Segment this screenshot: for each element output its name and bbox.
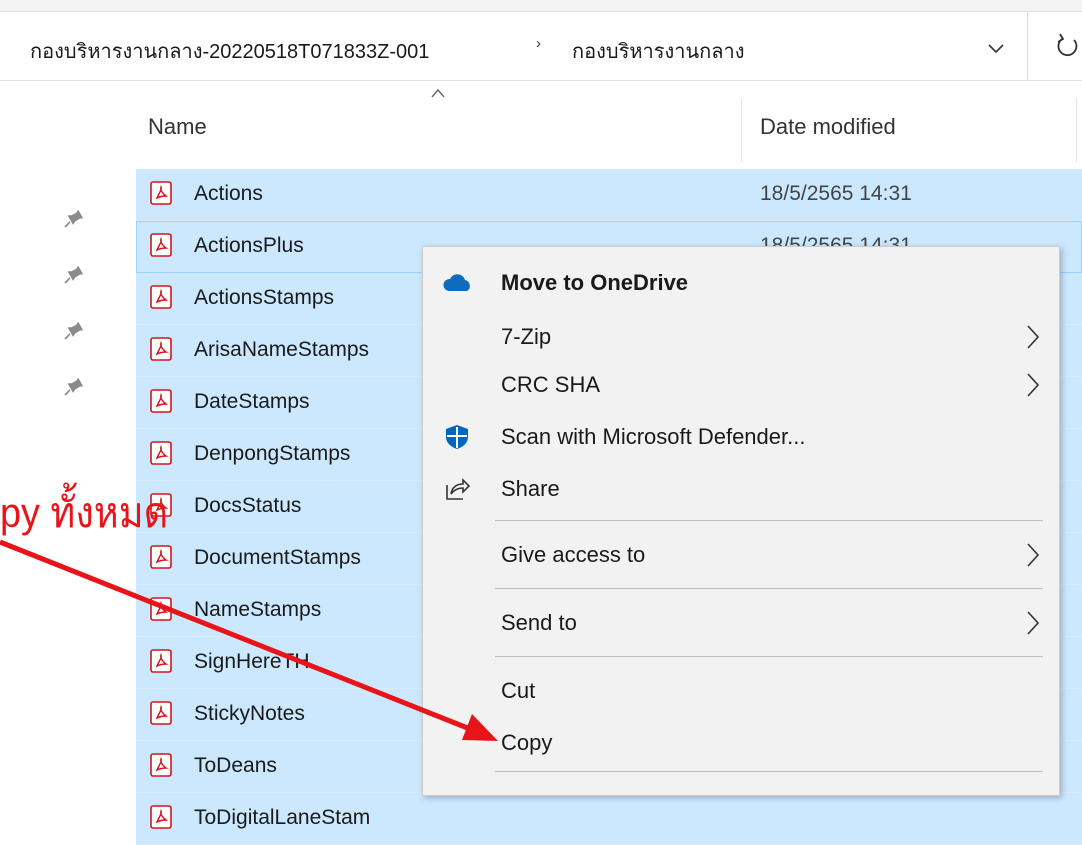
menu-item-label: Share — [501, 476, 560, 501]
pin-icon[interactable] — [62, 374, 86, 398]
menu-item-move-to-onedrive[interactable]: Move to OneDrive — [423, 257, 1059, 309]
file-row[interactable]: Actions 18/5/2565 14:31 — [136, 169, 1082, 221]
pdf-file-icon — [150, 649, 172, 673]
refresh-icon[interactable] — [1052, 30, 1082, 64]
chevron-down-icon[interactable] — [984, 36, 1008, 60]
pdf-file-icon — [150, 701, 172, 725]
file-name[interactable]: DocumentStamps — [194, 546, 361, 570]
pin-icon[interactable] — [62, 262, 86, 286]
file-name[interactable]: ToDeans — [194, 754, 277, 778]
menu-separator — [495, 520, 1043, 521]
file-date-modified: 18/5/2565 14:31 — [760, 182, 912, 205]
window-top-edge — [0, 0, 1082, 12]
pdf-file-icon — [150, 285, 172, 309]
share-icon — [443, 475, 471, 503]
menu-item-label: Cut — [501, 678, 536, 703]
column-header-name[interactable]: Name — [148, 114, 207, 140]
file-name[interactable]: ActionsStamps — [194, 286, 334, 310]
breadcrumb-segment-current[interactable]: กองบริหารงานกลาง — [572, 35, 745, 67]
menu-item-send-to[interactable]: Send to — [423, 597, 1059, 649]
menu-item-label: Copy — [501, 730, 553, 755]
menu-item-crc-sha[interactable]: CRC SHA — [423, 359, 1059, 411]
breadcrumb-segment-parent[interactable]: กองบริหารงานกลาง-20220518T071833Z-001 — [30, 35, 429, 67]
chevron-right-icon — [1023, 323, 1043, 351]
onedrive-cloud-icon — [443, 269, 471, 297]
menu-separator — [495, 656, 1043, 657]
column-divider[interactable] — [1076, 98, 1077, 162]
pin-icon[interactable] — [62, 206, 86, 230]
file-name[interactable]: DenpongStamps — [194, 442, 350, 466]
sort-up-icon[interactable] — [430, 86, 446, 104]
menu-item-give-access-to[interactable]: Give access to — [423, 529, 1059, 581]
file-row[interactable]: ToDigitalLaneStam — [136, 793, 1082, 845]
chevron-right-icon — [1023, 609, 1043, 637]
pdf-file-icon — [150, 441, 172, 465]
context-menu: Move to OneDrive 7-Zip CRC SHA Scan with Mi… — [422, 246, 1060, 796]
file-name[interactable]: NameStamps — [194, 598, 321, 622]
file-name[interactable]: StickyNotes — [194, 702, 305, 726]
menu-item-scan-with-microsoft-defender[interactable]: Scan with Microsoft Defender... — [423, 411, 1059, 463]
file-name[interactable]: ToDigitalLaneStam — [194, 806, 370, 830]
menu-item-label: Give access to — [501, 542, 646, 567]
breadcrumb-separator-icon[interactable]: › — [536, 35, 541, 52]
menu-item-share[interactable]: Share — [423, 463, 1059, 515]
menu-item-label: Move to OneDrive — [501, 270, 689, 295]
menu-separator — [495, 771, 1043, 772]
file-name[interactable]: SignHereTH — [194, 650, 310, 674]
pdf-file-icon — [150, 753, 172, 777]
menu-separator — [495, 588, 1043, 589]
pdf-file-icon — [150, 181, 172, 205]
file-name[interactable]: DocsStatus — [194, 494, 301, 518]
defender-shield-icon — [443, 423, 471, 451]
pdf-file-icon — [150, 545, 172, 569]
address-bar-divider — [1027, 12, 1028, 80]
menu-item-label: CRC SHA — [501, 372, 601, 397]
pdf-file-icon — [150, 233, 172, 257]
annotation-text: py ทั้งหมด — [0, 489, 169, 536]
chevron-right-icon — [1023, 371, 1043, 399]
column-header-row: Name Date modified — [0, 82, 1082, 168]
menu-item-label: Send to — [501, 610, 577, 635]
pdf-file-icon — [150, 337, 172, 361]
column-divider[interactable] — [741, 98, 742, 162]
address-bar[interactable]: กองบริหารงานกลาง-20220518T071833Z-001 › … — [0, 12, 1082, 81]
file-name[interactable]: Actions — [194, 182, 263, 206]
menu-item-label: 7-Zip — [501, 324, 552, 349]
pin-icon[interactable] — [62, 318, 86, 342]
chevron-right-icon — [1023, 541, 1043, 569]
file-name[interactable]: DateStamps — [194, 390, 310, 414]
pdf-file-icon — [150, 389, 172, 413]
menu-item-copy[interactable]: Copy — [423, 717, 1059, 769]
menu-item-7-zip[interactable]: 7-Zip — [423, 311, 1059, 363]
pdf-file-icon — [150, 805, 172, 829]
file-name[interactable]: ActionsPlus — [194, 234, 304, 258]
column-header-date-modified[interactable]: Date modified — [760, 114, 896, 140]
file-name[interactable]: ArisaNameStamps — [194, 338, 369, 362]
pdf-file-icon — [150, 597, 172, 621]
menu-item-label: Scan with Microsoft Defender... — [501, 424, 806, 449]
menu-item-cut[interactable]: Cut — [423, 665, 1059, 717]
